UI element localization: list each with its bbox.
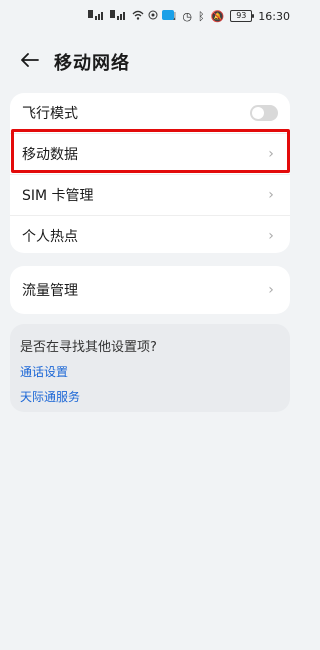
personal-hotspot-row[interactable]: 个人热点 › [10, 215, 290, 256]
chevron-right-icon: › [268, 282, 274, 298]
page-title: 移动网络 [54, 53, 130, 74]
data-usage-label: 流量管理 [22, 283, 78, 299]
app-notification-icon [162, 10, 174, 20]
call-settings-link[interactable]: 通话设置 [10, 359, 290, 384]
back-button[interactable] [18, 48, 42, 72]
app-header: 移动网络 [0, 40, 300, 80]
suggestions-card: 是否在寻找其他设置项? 通话设置 天际通服务 [10, 324, 290, 412]
sim2-signal-icon [110, 10, 125, 20]
sim1-signal-icon [88, 10, 103, 20]
bluetooth-icon: ᛒ [197, 9, 205, 23]
airplane-mode-label: 飞行模式 [22, 106, 78, 122]
mute-icon: 🔕 [210, 9, 225, 23]
suggestions-title: 是否在寻找其他设置项? [20, 340, 157, 355]
chevron-right-icon: › [268, 187, 274, 203]
mobile-data-label: 移动数据 [22, 147, 78, 163]
tianjitong-service-link[interactable]: 天际通服务 [10, 384, 290, 409]
sim-card-management-row[interactable]: SIM 卡管理 › [10, 174, 290, 215]
sim-card-management-label: SIM 卡管理 [22, 188, 94, 204]
airplane-mode-toggle[interactable] [250, 105, 278, 121]
chevron-right-icon: › [268, 228, 274, 244]
location-icon [148, 10, 158, 20]
status-bar: ℕ ◷ ᛒ 🔕 93 16:30 [0, 0, 300, 32]
mobile-network-settings-card: 飞行模式 移动数据 › SIM 卡管理 › 个人热点 › [10, 93, 290, 253]
status-time: 16:30 [258, 9, 290, 23]
chevron-right-icon: › [268, 146, 274, 162]
signal-icons [88, 10, 174, 20]
data-usage-row[interactable]: 流量管理 › [10, 266, 290, 314]
personal-hotspot-label: 个人热点 [22, 229, 78, 245]
back-arrow-icon [21, 53, 39, 67]
airplane-mode-row[interactable]: 飞行模式 [10, 93, 290, 133]
mobile-data-row[interactable]: 移动数据 › [10, 133, 290, 174]
wifi-icon [132, 10, 144, 20]
battery-indicator: 93 [230, 10, 255, 22]
data-usage-card: 流量管理 › [10, 266, 290, 314]
alarm-icon: ◷ [182, 9, 192, 23]
